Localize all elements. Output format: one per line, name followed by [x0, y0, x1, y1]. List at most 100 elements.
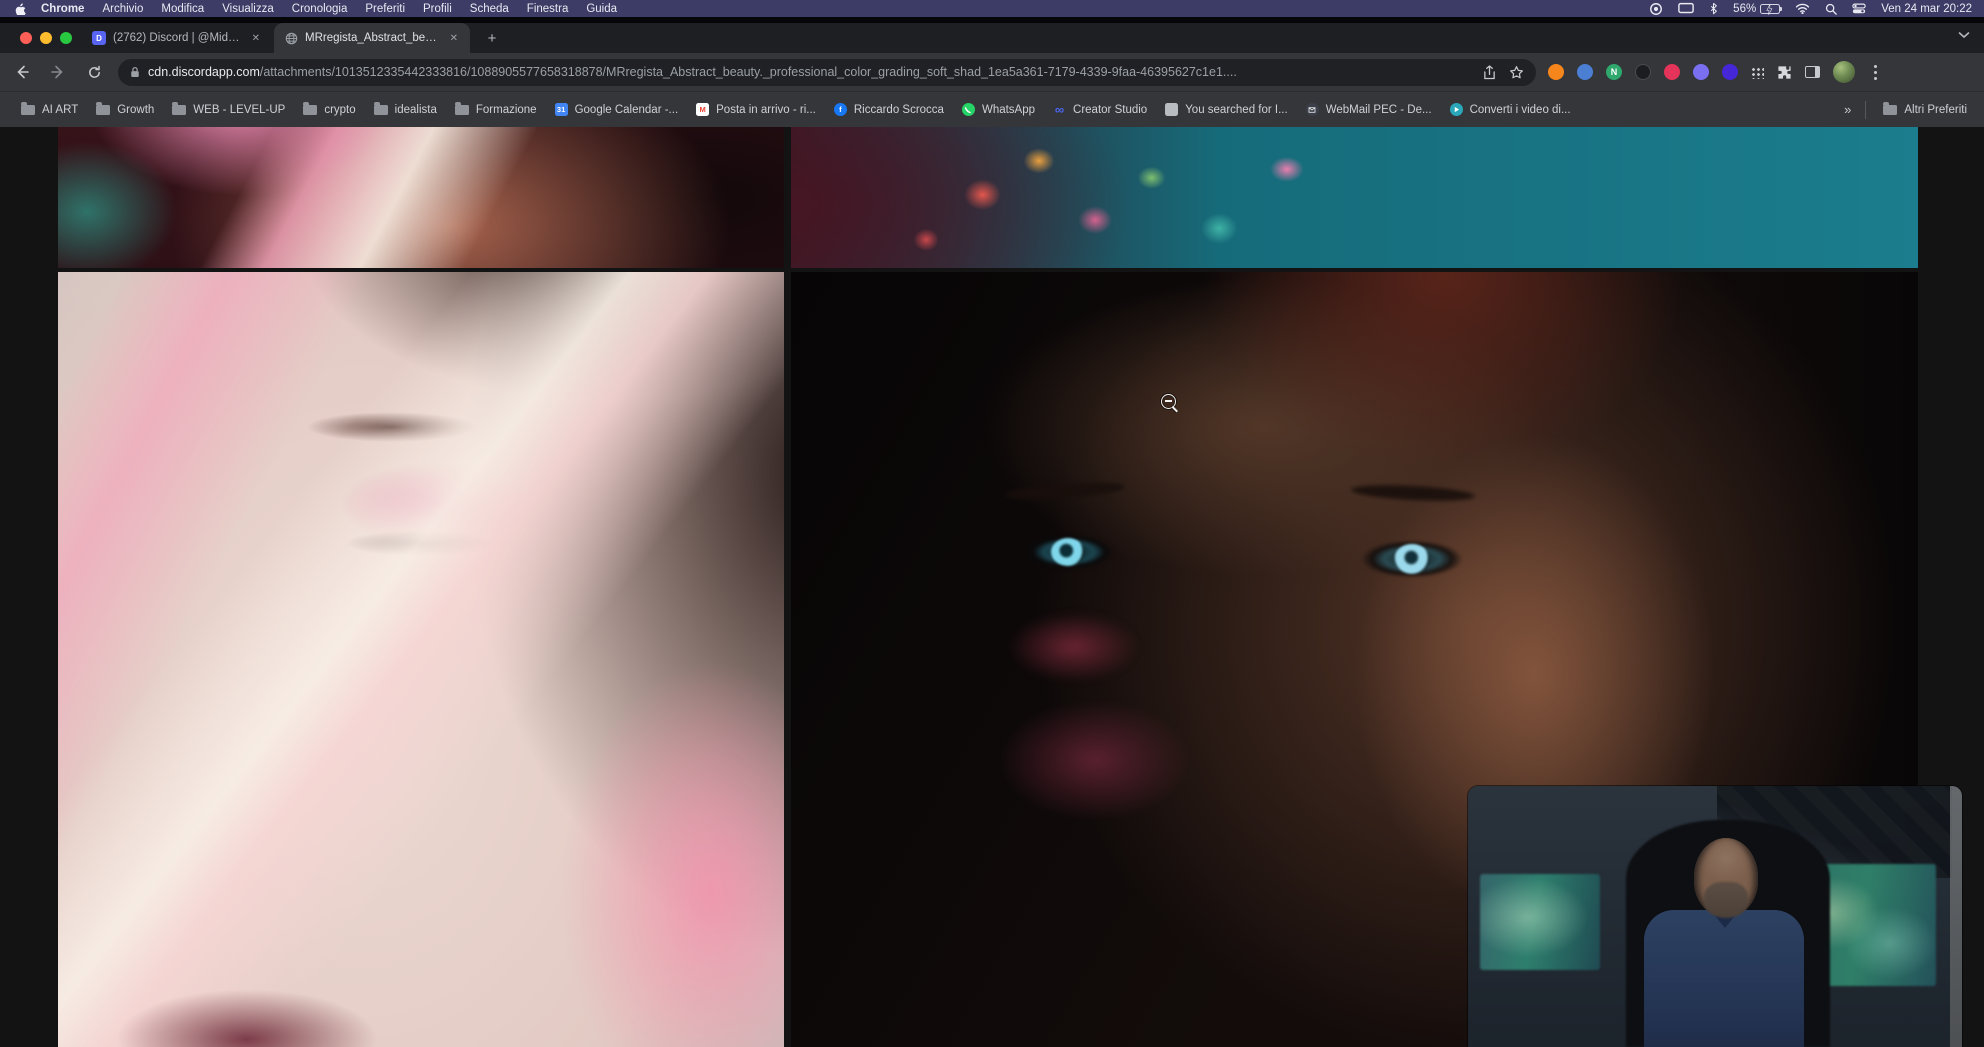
share-icon[interactable]	[1483, 65, 1496, 80]
blue-iris	[1394, 544, 1430, 574]
image-grid-top-right[interactable]	[791, 127, 1918, 268]
control-center-icon[interactable]	[1852, 3, 1866, 14]
menu-guida[interactable]: Guida	[577, 3, 626, 15]
bookmarks-bar: AI ART Growth WEB - LEVEL-UP crypto idea…	[0, 91, 1984, 127]
menu-modifica[interactable]: Modifica	[152, 3, 213, 15]
image-grid-bottom-left-portrait[interactable]	[58, 272, 784, 1047]
bookmark-web-level-up[interactable]: WEB - LEVEL-UP	[163, 98, 294, 122]
close-window-button[interactable]	[20, 32, 32, 44]
apps-grid-icon[interactable]	[1751, 66, 1764, 79]
minimize-window-button[interactable]	[40, 32, 52, 44]
other-bookmarks[interactable]: Altri Preferiti	[1874, 98, 1976, 122]
bookmarks-overflow-chevron[interactable]: »	[1838, 102, 1857, 117]
maximize-window-button[interactable]	[60, 32, 72, 44]
dark-extension-icon[interactable]	[1635, 64, 1651, 80]
tab-search-chevron-icon[interactable]	[1958, 31, 1970, 39]
gmail-icon: M	[696, 103, 709, 116]
image-grid-top-left[interactable]	[58, 127, 784, 268]
menu-finestra[interactable]: Finestra	[518, 3, 578, 15]
globe-favicon	[284, 31, 298, 45]
folder-icon	[21, 105, 35, 115]
extensions-row: N	[1548, 61, 1883, 83]
bookmarks-divider	[1865, 101, 1866, 119]
bookmark-formazione[interactable]: Formazione	[446, 98, 546, 122]
menu-cronologia[interactable]: Cronologia	[283, 3, 357, 15]
menu-scheda[interactable]: Scheda	[461, 3, 518, 15]
tab-image-active[interactable]: MRregista_Abstract_beauty._... ✕	[274, 23, 470, 53]
extensions-puzzle-icon[interactable]	[1777, 65, 1792, 80]
portrait-right-eye	[1361, 540, 1463, 578]
presenter-beard	[1704, 882, 1748, 918]
meta-infinity-icon: ∞	[1053, 103, 1066, 116]
menu-profili[interactable]: Profili	[414, 3, 461, 15]
chrome-menu-kebab-icon[interactable]	[1874, 71, 1877, 74]
page-icon	[1165, 103, 1178, 116]
bookmark-video-converter[interactable]: Converti i video di...	[1441, 98, 1580, 122]
bookmark-google-calendar[interactable]: 31Google Calendar -...	[546, 98, 688, 122]
battery-icon	[1760, 4, 1780, 14]
bookmark-webmail-pec[interactable]: WebMail PEC - De...	[1297, 98, 1441, 122]
blue-extension-icon[interactable]	[1577, 64, 1593, 80]
menu-archivio[interactable]: Archivio	[93, 3, 152, 15]
side-panel-icon[interactable]	[1805, 66, 1820, 78]
url-host: cdn.discordapp.com	[148, 65, 260, 79]
bookmark-gmail-inbox[interactable]: MPosta in arrivo - ri...	[687, 98, 825, 122]
tab-discord-close-icon[interactable]: ✕	[250, 33, 262, 44]
bookmark-idealista[interactable]: idealista	[365, 98, 446, 122]
bookmark-crypto[interactable]: crypto	[294, 98, 364, 122]
macos-menu-bar: Chrome Archivio Modifica Visualizza Cron…	[0, 0, 1984, 17]
portrait-right-eyebrow	[1351, 483, 1476, 503]
chrome-toolbar: cdn.discordapp.com /attachments/10135123…	[0, 53, 1984, 91]
menu-preferiti[interactable]: Preferiti	[356, 3, 414, 15]
forward-button[interactable]	[44, 58, 72, 86]
battery-indicator[interactable]: 56%	[1733, 3, 1780, 15]
background-monitor-left	[1480, 874, 1600, 970]
new-tab-button[interactable]: +	[482, 28, 502, 48]
charging-bolt-icon	[1766, 4, 1773, 15]
omnibox-actions	[1483, 65, 1524, 80]
address-bar[interactable]: cdn.discordapp.com /attachments/10135123…	[118, 59, 1536, 86]
whatsapp-icon	[962, 103, 975, 116]
url-path: /attachments/1013512335442333816/1088905…	[260, 65, 1237, 79]
reload-button[interactable]	[80, 58, 108, 86]
folder-icon	[172, 105, 186, 115]
tab-image-close-icon[interactable]: ✕	[448, 33, 460, 44]
wifi-icon[interactable]	[1795, 3, 1810, 14]
bookmark-whatsapp[interactable]: WhatsApp	[953, 98, 1044, 122]
apple-logo-icon[interactable]	[14, 2, 26, 15]
wall-edge	[1950, 786, 1962, 1047]
zoom-out-cursor-icon	[1161, 394, 1176, 409]
bookmark-creator-studio[interactable]: ∞Creator Studio	[1044, 98, 1156, 122]
menu-status-area: 56% Ven 24 mar 20:22	[1649, 2, 1972, 16]
bookmark-facebook-profile[interactable]: fRiccardo Scrocca	[825, 98, 953, 122]
facebook-icon: f	[834, 103, 847, 116]
presenter-torso	[1644, 910, 1804, 1047]
screen-mirroring-icon[interactable]	[1678, 2, 1694, 15]
bookmark-growth[interactable]: Growth	[87, 98, 163, 122]
lock-icon[interactable]	[130, 66, 140, 78]
green-n-extension-icon[interactable]: N	[1606, 64, 1622, 80]
menu-clock[interactable]: Ven 24 mar 20:22	[1881, 3, 1972, 15]
indigo-extension-icon[interactable]	[1722, 64, 1738, 80]
battery-percent: 56%	[1733, 3, 1756, 15]
menu-visualizza[interactable]: Visualizza	[213, 3, 283, 15]
bookmark-you-searched[interactable]: You searched for I...	[1156, 98, 1297, 122]
portrait-left-eye	[1023, 534, 1115, 570]
back-button[interactable]	[8, 58, 36, 86]
screen-record-icon[interactable]	[1649, 2, 1663, 16]
red-extension-icon[interactable]	[1664, 64, 1680, 80]
metamask-extension-icon[interactable]	[1548, 64, 1564, 80]
bookmark-ai-art[interactable]: AI ART	[12, 98, 87, 122]
tab-image-label: MRregista_Abstract_beauty._...	[305, 32, 439, 44]
blue-iris	[1051, 538, 1085, 566]
bluetooth-icon[interactable]	[1709, 2, 1718, 15]
bookmark-star-icon[interactable]	[1509, 65, 1524, 80]
webmail-icon	[1306, 103, 1319, 116]
spotlight-search-icon[interactable]	[1825, 3, 1837, 15]
folder-icon	[455, 105, 469, 115]
purple-extension-icon[interactable]	[1693, 64, 1709, 80]
menu-app-name[interactable]: Chrome	[32, 3, 93, 15]
tab-discord[interactable]: D (2762) Discord | @Midjourney ✕	[82, 23, 272, 53]
profile-avatar[interactable]	[1833, 61, 1855, 83]
video-converter-icon	[1450, 103, 1463, 116]
